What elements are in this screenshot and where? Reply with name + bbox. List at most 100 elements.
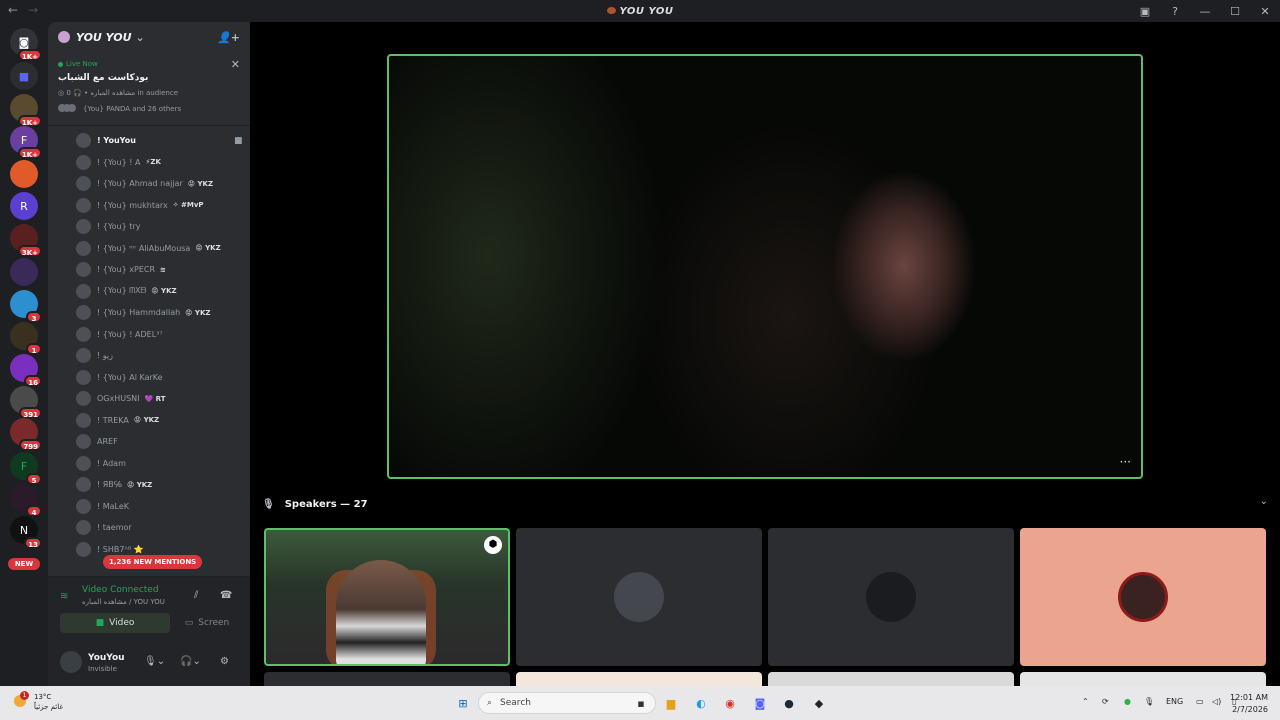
speaker-tile[interactable]: ⬢ xyxy=(264,528,510,666)
server-icon[interactable]: 3 xyxy=(10,290,42,323)
microphone-icon[interactable]: 🎙 xyxy=(1144,697,1154,706)
edge-icon[interactable]: ◐ xyxy=(692,694,710,712)
voice-status[interactable]: Video Connected xyxy=(82,585,159,595)
file-explorer-icon[interactable]: ▆ xyxy=(662,694,680,712)
voice-member[interactable]: ! MaLeK xyxy=(76,496,129,517)
server-icon[interactable]: 391 xyxy=(10,386,42,419)
invite-people-icon[interactable]: 👤+ xyxy=(217,31,240,44)
voice-member[interactable]: ! Adam xyxy=(76,453,126,474)
server-icon[interactable]: F 1K+ xyxy=(10,126,42,159)
role-tag: 😡 YKZ xyxy=(126,480,153,489)
member-name: ! {You} Hammdallah xyxy=(97,308,181,317)
voice-connection-panel: ≋ Video Connected مشاهده المباره / YOU Y… xyxy=(48,576,250,640)
tray-overflow-icon[interactable]: ⌃ xyxy=(1082,697,1089,706)
chevron-down-icon[interactable]: ⌄ xyxy=(1260,496,1268,507)
steam-icon[interactable]: ● xyxy=(780,694,798,712)
language-indicator[interactable]: ENG xyxy=(1166,697,1183,706)
username[interactable]: YouYou xyxy=(88,653,125,663)
voice-member[interactable]: ! {You} try xyxy=(76,216,140,237)
server-icon[interactable]: 16 xyxy=(10,354,42,387)
signal-icon[interactable]: ≋ xyxy=(60,591,68,602)
window-controls: ▣ ? — ☐ ✕ xyxy=(1130,0,1280,22)
disconnect-icon[interactable]: ☎ xyxy=(220,590,232,601)
new-mentions-pill[interactable]: 1,236 NEW MENTIONS xyxy=(103,555,203,569)
voice-member[interactable]: ! {You} mukhtarx ✧ #MvP xyxy=(76,195,204,216)
speaker-tile[interactable] xyxy=(516,672,762,686)
voice-member[interactable]: ! {You} Al KarKe xyxy=(76,367,163,388)
folder-icon[interactable]: ■ xyxy=(10,62,38,90)
voice-member[interactable]: ! {You} ᵐʳ AliAbuMousa 😡 YKZ xyxy=(76,238,221,259)
more-options-icon[interactable]: ··· xyxy=(1120,455,1131,469)
voice-member[interactable]: ! {You} Ahmad najjar 😡 YKZ xyxy=(76,173,213,194)
speaker-tile[interactable] xyxy=(768,528,1014,666)
member-name: AREF xyxy=(97,437,118,446)
speaker-tile[interactable] xyxy=(1020,672,1266,686)
app-icon[interactable]: ◆ xyxy=(810,694,828,712)
voice-member[interactable]: OGxHUSNI 💜 RT xyxy=(76,388,166,409)
inbox-icon[interactable]: ▣ xyxy=(1130,5,1160,18)
headphones-icon[interactable]: 🎧⌄ xyxy=(180,656,201,667)
maximize-button[interactable]: ☐ xyxy=(1220,5,1250,18)
close-button[interactable]: ✕ xyxy=(1250,5,1280,18)
chrome-icon[interactable]: ◉ xyxy=(721,694,739,712)
member-name: ! {You} ᗰXᗷ xyxy=(97,286,147,295)
voice-member[interactable]: AREF xyxy=(76,431,118,452)
server-header[interactable]: YOU YOU ⌄ 👤+ xyxy=(48,22,250,52)
display-icon[interactable]: ▭ xyxy=(1196,697,1204,706)
noise-suppression-icon[interactable]: ⫽ xyxy=(194,590,198,601)
help-icon[interactable]: ? xyxy=(1160,5,1190,18)
voice-member[interactable]: ! {You} ! ADEL³⁷ xyxy=(76,324,163,345)
voice-member[interactable]: ! {You} xPECR ≋ xyxy=(76,259,166,280)
server-icon[interactable]: F5 xyxy=(10,452,42,485)
voice-member[interactable]: ! {You} ᗰXᗷ 😡 YKZ xyxy=(76,281,177,302)
voice-member[interactable]: ! taemor xyxy=(76,517,132,538)
direct-messages-icon[interactable]: ◙ 1K+ xyxy=(10,28,42,61)
live-event-card[interactable]: Live Now بودكاست مع الشباب ◎ مشاهده المب… xyxy=(48,52,250,126)
member-name: ! {You} ! ADEL³⁷ xyxy=(97,329,163,339)
server-icon[interactable]: R xyxy=(10,192,38,220)
focused-video-tile[interactable]: ··· xyxy=(387,54,1143,479)
speaker-tile[interactable] xyxy=(264,672,510,686)
avatar[interactable] xyxy=(60,651,82,673)
unread-badge: 5 xyxy=(26,473,42,485)
voice-member[interactable]: ! TREKA 😡 YKZ xyxy=(76,410,159,431)
speaker-tile[interactable] xyxy=(1020,528,1266,666)
role-tag: 😡 YKZ xyxy=(133,416,160,424)
server-icon[interactable] xyxy=(10,258,38,286)
close-icon[interactable]: ✕ xyxy=(231,58,240,71)
server-icon[interactable]: 4 xyxy=(10,484,42,517)
minimize-button[interactable]: — xyxy=(1190,5,1220,18)
server-icon[interactable]: 799 xyxy=(10,418,42,451)
server-icon[interactable] xyxy=(10,160,38,188)
speaker-tile[interactable] xyxy=(516,528,762,666)
task-view-icon[interactable]: ▪ xyxy=(632,694,650,712)
unread-badge: 1 xyxy=(26,343,42,355)
avatar xyxy=(76,477,91,492)
avatar xyxy=(76,197,91,213)
server-icon[interactable]: 3K+ xyxy=(10,224,42,257)
status-icon[interactable]: ● xyxy=(1124,697,1131,706)
speaker-tile[interactable] xyxy=(768,672,1014,686)
server-icon[interactable]: 1K+ xyxy=(10,94,42,127)
voice-member[interactable]: ! {You} ! A ⚡ZK xyxy=(76,152,161,173)
screen-share-button[interactable]: ▭ Screen xyxy=(176,613,238,633)
start-menu-icon[interactable]: ⊞ xyxy=(454,694,472,712)
voice-member[interactable]: ! ЯB℅ 😡 YKZ xyxy=(76,474,152,495)
video-button[interactable]: ■ Video xyxy=(60,613,170,633)
microphone-icon[interactable]: 🎙⌄ xyxy=(144,656,165,667)
voice-channel-name[interactable]: مشاهده المباره / YOU YOU xyxy=(82,598,165,606)
taskbar-search[interactable]: ⌕ Search xyxy=(478,692,656,714)
voice-member[interactable]: ! YouYou ■ xyxy=(76,130,243,151)
discord-icon[interactable]: ◙ xyxy=(751,694,769,712)
sync-icon[interactable]: ⟳ xyxy=(1102,697,1109,706)
voice-member[interactable]: ! {You} Hammdallah 😡 YKZ xyxy=(76,302,210,323)
server-icon[interactable]: N 13 xyxy=(10,516,42,549)
server-icon[interactable]: 1 xyxy=(10,322,42,355)
voice-member[interactable]: ! زيو xyxy=(76,345,113,366)
unread-badge: 1K+ xyxy=(17,147,42,159)
gear-icon[interactable]: ⚙ xyxy=(220,656,229,667)
volume-icon[interactable]: ◁) xyxy=(1212,697,1221,706)
member-name: ! Adam xyxy=(97,458,126,468)
system-clock[interactable]: 12:01 AM 2/7/2026 xyxy=(1230,692,1268,716)
new-servers-pill[interactable]: NEW xyxy=(8,558,40,570)
